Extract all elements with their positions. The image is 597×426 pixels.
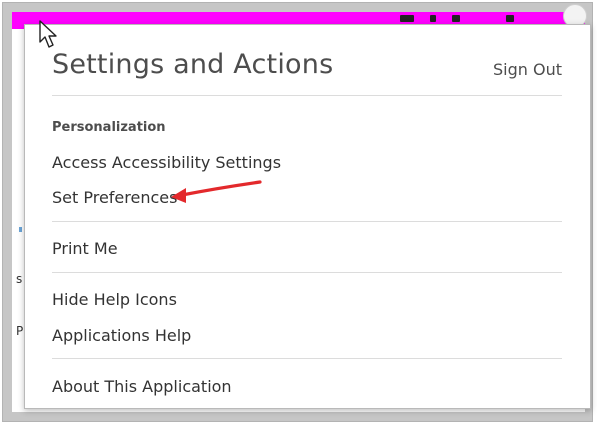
divider [52, 358, 562, 359]
hide-help-icons-link[interactable]: Hide Help Icons [52, 290, 177, 309]
top-bar-mark [430, 15, 436, 22]
divider [52, 221, 562, 222]
background-text: P [16, 324, 24, 338]
set-preferences-link[interactable]: Set Preferences [52, 188, 177, 207]
print-me-link[interactable]: Print Me [52, 239, 118, 258]
personalization-heading: Personalization [52, 120, 166, 135]
top-bar-mark [506, 15, 514, 22]
red-arrow-icon [171, 180, 262, 203]
mouse-pointer-icon [39, 20, 57, 48]
top-bar-mark [452, 15, 460, 22]
top-bar-mark [400, 15, 414, 22]
divider [52, 272, 562, 273]
popup-title: Settings and Actions [52, 49, 334, 80]
access-accessibility-settings-link[interactable]: Access Accessibility Settings [52, 153, 281, 172]
background-text: s [16, 272, 23, 286]
sign-out-link[interactable]: Sign Out [493, 60, 562, 79]
background-link-dot [19, 227, 22, 232]
divider [52, 95, 562, 96]
settings-and-actions-popup: Settings and Actions Sign Out Personaliz… [24, 24, 591, 409]
applications-help-link[interactable]: Applications Help [52, 326, 191, 345]
about-this-application-link[interactable]: About This Application [52, 377, 232, 396]
